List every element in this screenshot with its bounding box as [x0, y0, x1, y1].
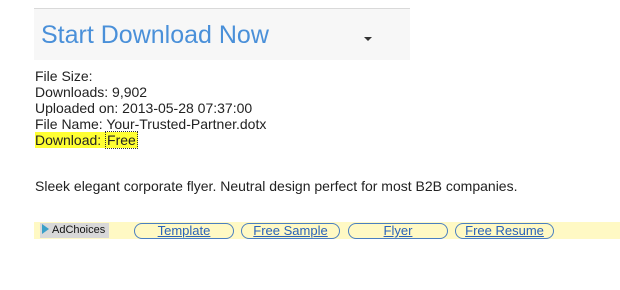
ad-link-free-sample[interactable]: Free Sample — [241, 223, 340, 239]
download-row: Download: Free — [35, 131, 266, 149]
adchoices-icon — [42, 224, 49, 234]
file-description: Sleek elegant corporate flyer. Neutral d… — [35, 178, 518, 194]
ad-bar: AdChoices Template Free Sample Flyer Fre… — [34, 222, 620, 239]
free-download-link[interactable]: Free — [105, 131, 138, 149]
file-info: File Size: Downloads: 9,902 Uploaded on:… — [35, 68, 267, 149]
download-count: Downloads: 9,902 — [35, 84, 148, 100]
upload-date: Uploaded on: 2013-05-28 07:37:00 — [35, 100, 253, 116]
download-panel[interactable]: Start Download Now — [34, 8, 410, 60]
file-name: File Name: Your-Trusted-Partner.dotx — [35, 116, 267, 132]
ad-link-flyer[interactable]: Flyer — [348, 223, 448, 239]
page: Start Download Now File Size: Downloads:… — [0, 0, 620, 290]
caret-down-icon[interactable] — [364, 37, 372, 41]
ad-link-free-resume[interactable]: Free Resume — [455, 223, 554, 239]
start-download-button[interactable]: Start Download Now — [41, 21, 269, 50]
ad-link-template[interactable]: Template — [134, 223, 234, 239]
adchoices-label: AdChoices — [52, 224, 106, 236]
adchoices-badge[interactable]: AdChoices — [40, 223, 110, 238]
download-label: Download: — [35, 132, 102, 148]
file-size: File Size: — [35, 68, 93, 84]
